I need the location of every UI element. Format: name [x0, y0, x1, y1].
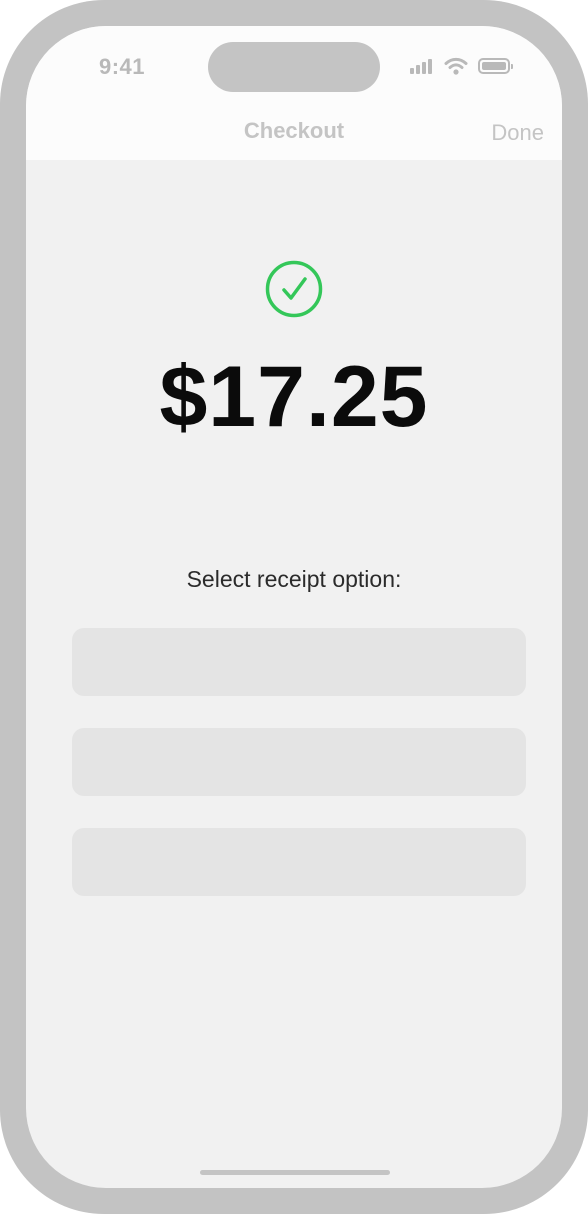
receipt-option-button-3[interactable]	[72, 828, 526, 896]
battery-icon	[478, 58, 513, 74]
screen: 9:41 Checkout Done $17.25 Select receipt…	[26, 26, 562, 1188]
dynamic-island	[208, 42, 380, 92]
receipt-option-button-2[interactable]	[72, 728, 526, 796]
receipt-option-button-1[interactable]	[72, 628, 526, 696]
status-time: 9:41	[98, 54, 146, 79]
wifi-icon	[444, 57, 468, 75]
home-indicator[interactable]	[200, 1170, 390, 1175]
top-bar: 9:41 Checkout Done	[26, 26, 562, 160]
status-icons	[410, 56, 513, 76]
checkmark-circle-icon	[265, 260, 323, 318]
done-button[interactable]: Done	[491, 120, 544, 146]
phone-frame: 9:41 Checkout Done $17.25 Select receipt…	[0, 0, 588, 1214]
payment-amount: $17.25	[159, 349, 429, 445]
signal-icon	[410, 58, 434, 74]
page-title: Checkout	[243, 118, 345, 143]
receipt-prompt: Select receipt option:	[186, 566, 402, 592]
